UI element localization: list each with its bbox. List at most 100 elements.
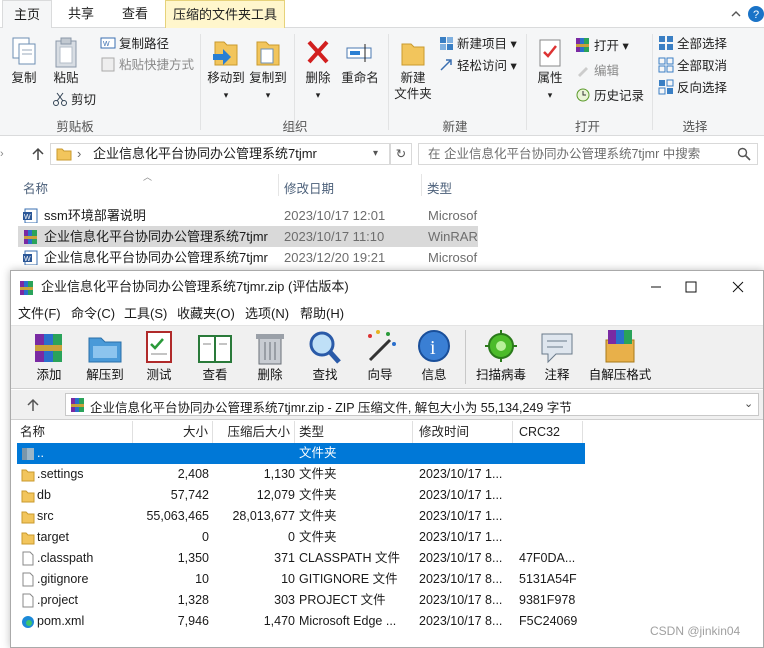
- copy-path-icon: W: [100, 37, 116, 49]
- sort-indicator-icon: ︿: [143, 172, 153, 182]
- breadcrumb[interactable]: 企业信息化平台协同办公管理系统7tjmr: [93, 144, 317, 164]
- cell-name: ..: [37, 446, 44, 460]
- close-button[interactable]: [723, 271, 753, 303]
- folder-icon: [21, 530, 35, 545]
- menu-commands[interactable]: 命令(C): [71, 303, 115, 325]
- minimize-button[interactable]: [641, 271, 671, 303]
- column-type[interactable]: 类型: [427, 178, 452, 197]
- paste-shortcut-button[interactable]: 粘贴快捷方式: [100, 55, 194, 75]
- column-packed-size[interactable]: 压缩后大小: [213, 421, 295, 443]
- copy-button[interactable]: 复制: [6, 36, 42, 86]
- history-button[interactable]: 历史记录: [575, 86, 644, 106]
- cell-name: src: [37, 509, 54, 523]
- winrar-icon: [71, 398, 84, 412]
- table-row[interactable]: db 57,742 12,079 文件夹 2023/10/17 1...: [17, 485, 585, 506]
- column-crc32[interactable]: CRC32: [513, 421, 583, 443]
- file-icon: [21, 551, 35, 566]
- paste-button[interactable]: 粘贴: [48, 36, 84, 86]
- search-input[interactable]: 在 企业信息化平台协同办公管理系统7tjmr 中搜索: [418, 143, 758, 165]
- tab-compressed-folder-tools[interactable]: 压缩的文件夹工具: [165, 0, 285, 29]
- find-button[interactable]: 查找: [301, 328, 349, 383]
- table-row[interactable]: .settings 2,408 1,130 文件夹 2023/10/17 1...: [17, 464, 585, 485]
- select-none-button[interactable]: 全部取消: [658, 56, 727, 76]
- file-row[interactable]: W ssm环境部署说明 2023/10/17 12:01 Microsof: [18, 205, 478, 226]
- column-name[interactable]: 名称: [23, 178, 48, 197]
- table-row[interactable]: target 0 0 文件夹 2023/10/17 1...: [17, 527, 585, 548]
- new-folder-button[interactable]: 新建 文件夹: [392, 36, 434, 102]
- address-bar[interactable]: › 企业信息化平台协同办公管理系统7tjmr ▾: [50, 143, 390, 165]
- cell-type: 文件夹: [299, 467, 337, 481]
- chevron-down-icon[interactable]: ▾: [373, 144, 378, 164]
- menu-tools[interactable]: 工具(S): [124, 303, 167, 325]
- sfx-button[interactable]: 自解压格式: [587, 328, 653, 383]
- folder-icon: [56, 148, 72, 161]
- test-icon: [146, 331, 172, 363]
- column-type[interactable]: 类型: [295, 421, 413, 443]
- table-row[interactable]: .classpath 1,350 371 CLASSPATH 文件 2023/10/17…: [17, 548, 585, 569]
- table-row[interactable]: .gitignore 10 10 GITIGNORE 文件 2023/10/17 8..…: [17, 569, 585, 590]
- column-size[interactable]: 大小: [133, 421, 213, 443]
- menu-help[interactable]: 帮助(H): [300, 303, 344, 325]
- menu-favorites[interactable]: 收藏夹(O): [177, 303, 235, 325]
- chevron-up-icon[interactable]: [730, 8, 742, 20]
- table-row[interactable]: pom.xml 7,946 1,470 Microsoft Edge ... 2023/…: [17, 611, 585, 632]
- up-arrow-icon[interactable]: [30, 146, 46, 162]
- column-name[interactable]: 名称: [17, 421, 133, 443]
- edit-button[interactable]: 编辑: [575, 61, 619, 81]
- help-icon[interactable]: ?: [748, 6, 764, 22]
- cell-name: .classpath: [37, 551, 94, 565]
- cell-modified: 2023/10/17 8...: [419, 572, 503, 586]
- select-all-button[interactable]: 全部选择: [658, 34, 727, 54]
- new-item-button[interactable]: 新建项目 ▾: [438, 34, 517, 54]
- easy-access-button[interactable]: 轻松访问 ▾: [438, 56, 517, 76]
- cell-modified: 2023/10/17 8...: [419, 551, 503, 565]
- table-row[interactable]: .. 文件夹: [17, 443, 585, 464]
- ribbon: 复制 粘贴 W 复制路径 粘贴快捷方式 剪切 剪贴板 移动到 ▾ 复制到 ▾ 删除 ▾ …: [0, 28, 764, 136]
- wizard-button[interactable]: 向导: [356, 328, 404, 383]
- copy-path-button[interactable]: W 复制路径: [100, 34, 169, 54]
- cell-size: 10: [195, 572, 209, 586]
- folder-icon: [21, 467, 35, 482]
- menu-options[interactable]: 选项(N): [245, 303, 289, 325]
- add-button[interactable]: 添加: [25, 328, 73, 383]
- table-row[interactable]: src 55,063,465 28,013,677 文件夹 2023/10/17 1..…: [17, 506, 585, 527]
- refresh-icon[interactable]: ↻: [390, 143, 412, 165]
- file-row[interactable]: W 企业信息化平台协同办公管理系统7tjmr 2023/12/20 19:21 …: [18, 247, 478, 268]
- tab-view[interactable]: 查看: [110, 0, 160, 28]
- test-button[interactable]: 测试: [135, 328, 183, 383]
- view-button[interactable]: 查看: [191, 328, 239, 383]
- copy-to-button[interactable]: 复制到 ▾: [248, 36, 288, 103]
- forward-arrow[interactable]: ›: [0, 143, 30, 165]
- winrar-icon: [24, 230, 37, 244]
- maximize-button[interactable]: [676, 271, 706, 303]
- comment-button[interactable]: 注释: [533, 328, 581, 383]
- properties-button[interactable]: 属性 ▾: [532, 36, 568, 103]
- info-button[interactable]: i 信息: [410, 328, 458, 383]
- new-folder-icon: [401, 43, 425, 66]
- chevron-down-icon[interactable]: ⌄: [744, 397, 753, 410]
- up-arrow-icon[interactable]: [25, 397, 41, 413]
- delete-button[interactable]: 删除 ▾: [300, 36, 336, 103]
- cut-button[interactable]: 剪切: [52, 90, 96, 110]
- column-modified[interactable]: 修改日期: [284, 178, 334, 197]
- extract-to-button[interactable]: 解压到: [79, 328, 131, 383]
- column-modified[interactable]: 修改时间: [413, 421, 513, 443]
- tab-home[interactable]: 主页: [2, 0, 52, 29]
- scan-virus-button[interactable]: 扫描病毒: [473, 328, 529, 383]
- archive-path-field[interactable]: 企业信息化平台协同办公管理系统7tjmr.zip - ZIP 压缩文件, 解包大…: [65, 393, 759, 416]
- file-row[interactable]: 企业信息化平台协同办公管理系统7tjmr 2023/10/17 11:10 Wi…: [18, 226, 478, 247]
- delete-archive-button[interactable]: 删除: [246, 328, 294, 383]
- move-to-button[interactable]: 移动到 ▾: [206, 36, 246, 103]
- tab-share[interactable]: 共享: [56, 0, 106, 28]
- cell-modified: 2023/10/17 8...: [419, 614, 503, 628]
- group-label-select: 选择: [682, 120, 708, 134]
- menu-file[interactable]: 文件(F): [18, 303, 61, 325]
- archive-path-bar: 企业信息化平台协同办公管理系统7tjmr.zip - ZIP 压缩文件, 解包大…: [11, 390, 763, 420]
- column-divider: [278, 174, 279, 196]
- rename-button[interactable]: 重命名: [340, 36, 380, 86]
- cell-size: 7,946: [177, 614, 209, 628]
- open-button[interactable]: 打开 ▾: [575, 36, 629, 56]
- table-row[interactable]: .project 1,328 303 PROJECT 文件 2023/10/17 8..…: [17, 590, 585, 611]
- cell-size: 2,408: [177, 467, 209, 481]
- invert-selection-button[interactable]: 反向选择: [658, 78, 727, 98]
